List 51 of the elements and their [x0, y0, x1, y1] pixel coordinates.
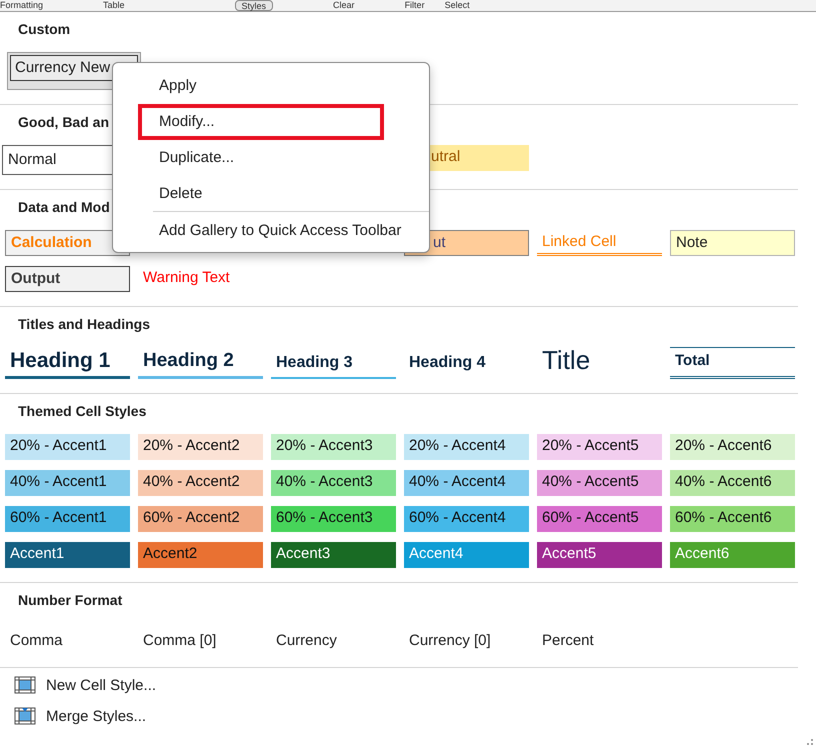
ribbon-label[interactable]: Select	[444, 0, 470, 11]
style-swatch[interactable]: Comma	[5, 623, 130, 653]
style-swatch[interactable]: 20% - Accent1	[5, 434, 130, 460]
style-swatch[interactable]: 40% - Accent6	[670, 470, 795, 496]
section-heading: Data and Mod	[18, 198, 110, 216]
ribbon-label[interactable]: Formatting	[0, 0, 44, 11]
style-swatch[interactable]: 40% - Accent4	[404, 470, 529, 496]
section-heading: Themed Cell Styles	[18, 402, 146, 420]
new-style-command[interactable]: New Cell Style...	[14, 676, 816, 694]
style-swatch[interactable]: Comma [0]	[138, 623, 263, 653]
style-swatch[interactable]: Accent5	[537, 542, 662, 568]
style-swatch[interactable]: Accent3	[271, 542, 396, 568]
style-swatch[interactable]: Title	[537, 347, 662, 379]
style-swatch[interactable]: Accent2	[138, 542, 263, 568]
style-swatch[interactable]: Heading 4	[404, 347, 529, 379]
style-swatch[interactable]: 40% - Accent1	[5, 470, 130, 496]
style-swatch[interactable]: Currency	[271, 623, 396, 653]
section-heading: Good, Bad an	[18, 113, 109, 131]
style-swatch[interactable]: 20% - Accent6	[670, 434, 795, 460]
ribbon-label[interactable]: Styles	[234, 0, 274, 11]
menu-item[interactable]: Delete	[113, 175, 429, 211]
merge-styles-icon	[14, 706, 36, 726]
section-heading: Titles and Headings	[18, 315, 150, 333]
cell-style-icon	[14, 676, 36, 694]
style-swatch[interactable]: 40% - Accent3	[271, 470, 396, 496]
style-swatch[interactable]: 60% - Accent6	[670, 506, 795, 532]
style-swatch[interactable]: Note	[670, 230, 795, 256]
merge-styles-command[interactable]: Merge Styles...	[14, 706, 816, 726]
style-swatch[interactable]: 20% - Accent4	[404, 434, 529, 460]
style-swatch[interactable]: Output	[5, 266, 130, 292]
style-swatch[interactable]: 60% - Accent3	[271, 506, 396, 532]
style-swatch[interactable]: 40% - Accent2	[138, 470, 263, 496]
section-heading: Custom	[18, 20, 70, 38]
ribbon-label[interactable]: Table	[103, 0, 125, 11]
style-swatch[interactable]: 60% - Accent5	[537, 506, 662, 532]
menu-item[interactable]: Modify...	[113, 103, 429, 139]
style-swatch[interactable]: 20% - Accent2	[138, 434, 263, 460]
resize-grip-icon	[806, 738, 814, 746]
style-swatch[interactable]: 60% - Accent2	[138, 506, 263, 532]
style-swatch[interactable]: 40% - Accent5	[537, 470, 662, 496]
style-swatch[interactable]: 20% - Accent5	[537, 434, 662, 460]
ribbon-label[interactable]: Filter	[404, 0, 425, 11]
section-heading: Number Format	[18, 591, 122, 609]
style-swatch[interactable]: Warning Text	[138, 266, 263, 292]
style-swatch[interactable]: Percent	[537, 623, 662, 653]
style-swatch[interactable]: 20% - Accent3	[271, 434, 396, 460]
style-swatch[interactable]: 60% - Accent4	[404, 506, 529, 532]
style-swatch[interactable]: Accent1	[5, 542, 130, 568]
ribbon-label[interactable]: Clear	[333, 0, 355, 11]
style-swatch[interactable]: Currency [0]	[404, 623, 529, 653]
style-swatch[interactable]: 60% - Accent1	[5, 506, 130, 532]
